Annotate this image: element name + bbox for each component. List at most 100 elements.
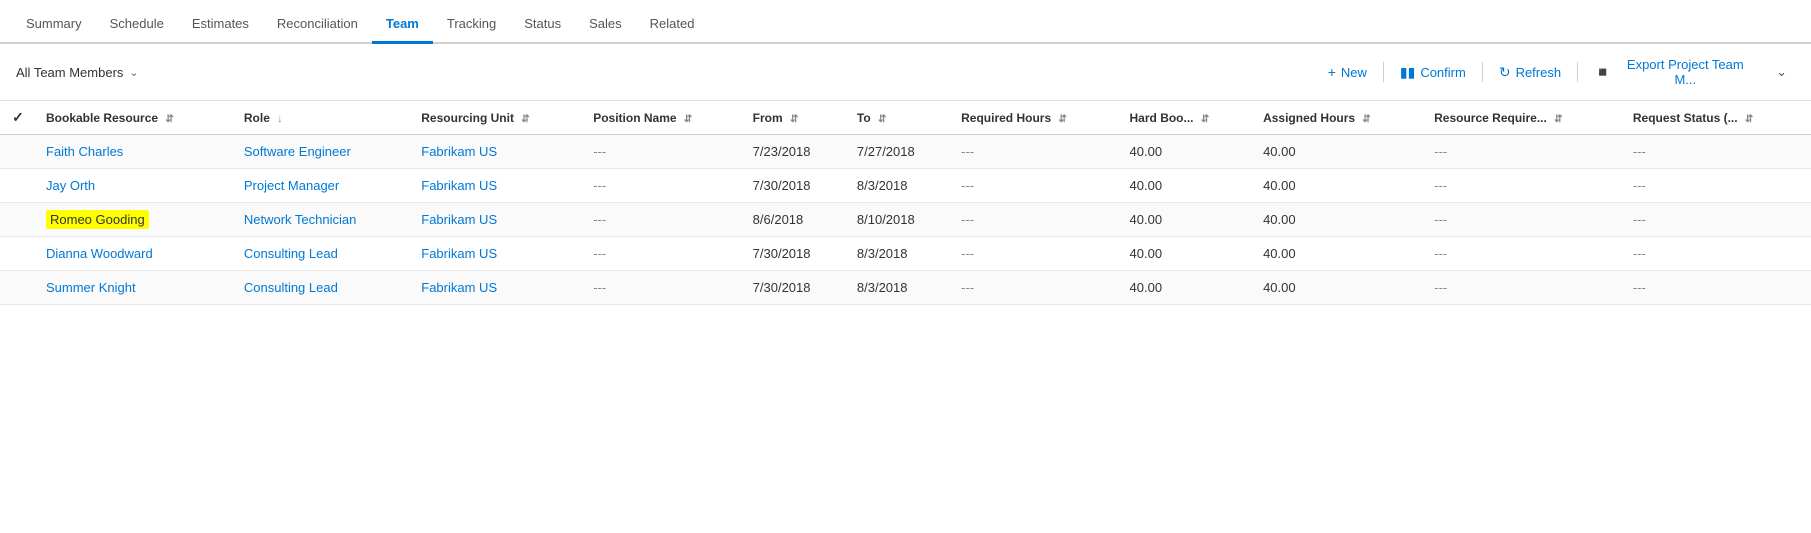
- row-checkbox[interactable]: [0, 271, 36, 305]
- col-position-name[interactable]: Position Name ⇵: [583, 101, 742, 135]
- cell-resourcing-unit[interactable]: Fabrikam US: [411, 169, 583, 203]
- col-required-hours[interactable]: Required Hours ⇵: [951, 101, 1119, 135]
- cell-role[interactable]: Consulting Lead: [234, 271, 411, 305]
- cell-resource-req: ---: [1424, 271, 1623, 305]
- cell-required-hours: ---: [951, 237, 1119, 271]
- cell-hard-boo: 40.00: [1120, 237, 1254, 271]
- cell-assigned-hours: 40.00: [1253, 271, 1424, 305]
- cell-role[interactable]: Network Technician: [234, 203, 411, 237]
- cell-assigned-hours: 40.00: [1253, 237, 1424, 271]
- col-assigned-hours[interactable]: Assigned Hours ⇵: [1253, 101, 1424, 135]
- cell-resourcing-unit[interactable]: Fabrikam US: [411, 271, 583, 305]
- separator-1: [1383, 62, 1384, 82]
- cell-resource[interactable]: Summer Knight: [36, 271, 234, 305]
- cell-role[interactable]: Software Engineer: [234, 135, 411, 169]
- refresh-button[interactable]: ↻ Refresh: [1489, 59, 1571, 86]
- cell-assigned-hours: 40.00: [1253, 203, 1424, 237]
- nav-tab-status[interactable]: Status: [510, 6, 575, 44]
- filter-dropdown[interactable]: All Team Members ⌄: [16, 65, 139, 80]
- refresh-label: Refresh: [1516, 65, 1562, 80]
- confirm-icon: ▮▮: [1400, 64, 1415, 81]
- cell-position: ---: [583, 203, 742, 237]
- nav-tab-schedule[interactable]: Schedule: [96, 6, 178, 44]
- cell-from: 7/30/2018: [743, 169, 847, 203]
- cell-resource[interactable]: Jay Orth: [36, 169, 234, 203]
- export-icon: ◾: [1594, 64, 1611, 81]
- row-checkbox[interactable]: [0, 237, 36, 271]
- separator-2: [1482, 62, 1483, 82]
- cell-request-status: ---: [1623, 203, 1811, 237]
- table-row: Summer KnightConsulting LeadFabrikam US-…: [0, 271, 1811, 305]
- cell-request-status: ---: [1623, 271, 1811, 305]
- team-table: ✓ Bookable Resource ⇵ Role ↓ Resourcing …: [0, 101, 1811, 305]
- table-row: Dianna WoodwardConsulting LeadFabrikam U…: [0, 237, 1811, 271]
- cell-from: 7/30/2018: [743, 237, 847, 271]
- table-row: Romeo Gooding Network TechnicianFabrikam …: [0, 203, 1811, 237]
- col-to[interactable]: To ⇵: [847, 101, 951, 135]
- cell-position: ---: [583, 271, 742, 305]
- col-from[interactable]: From ⇵: [743, 101, 847, 135]
- cell-resourcing-unit[interactable]: Fabrikam US: [411, 203, 583, 237]
- nav-tab-related[interactable]: Related: [636, 6, 709, 44]
- cell-required-hours: ---: [951, 271, 1119, 305]
- confirm-button[interactable]: ▮▮ Confirm: [1390, 59, 1476, 86]
- sort-icon-required: ⇵: [1058, 114, 1066, 125]
- col-request-status[interactable]: Request Status (... ⇵: [1623, 101, 1811, 135]
- nav-tab-team[interactable]: Team: [372, 6, 433, 44]
- new-button[interactable]: + New: [1318, 59, 1377, 85]
- cell-resource-req: ---: [1424, 169, 1623, 203]
- cell-to: 8/3/2018: [847, 271, 951, 305]
- cell-position: ---: [583, 237, 742, 271]
- table-header-row: ✓ Bookable Resource ⇵ Role ↓ Resourcing …: [0, 101, 1811, 135]
- row-checkbox[interactable]: [0, 135, 36, 169]
- sort-icon-hardboo: ⇵: [1201, 114, 1209, 125]
- refresh-icon: ↻: [1499, 64, 1511, 81]
- cell-resource-req: ---: [1424, 135, 1623, 169]
- nav-tab-sales[interactable]: Sales: [575, 6, 636, 44]
- sort-icon-resource: ⇵: [165, 114, 173, 125]
- cell-resourcing-unit[interactable]: Fabrikam US: [411, 135, 583, 169]
- cell-request-status: ---: [1623, 237, 1811, 271]
- separator-3: [1577, 62, 1578, 82]
- cell-hard-boo: 40.00: [1120, 169, 1254, 203]
- confirm-label: Confirm: [1420, 65, 1466, 80]
- col-resource-require[interactable]: Resource Require... ⇵: [1424, 101, 1623, 135]
- row-checkbox[interactable]: [0, 169, 36, 203]
- row-checkbox[interactable]: [0, 203, 36, 237]
- cell-hard-boo: 40.00: [1120, 135, 1254, 169]
- nav-tab-estimates[interactable]: Estimates: [178, 6, 263, 44]
- export-label: Export Project Team M...: [1617, 57, 1755, 87]
- nav-tab-reconciliation[interactable]: Reconciliation: [263, 6, 372, 44]
- cell-to: 7/27/2018: [847, 135, 951, 169]
- select-all-checkbox[interactable]: ✓: [0, 101, 36, 135]
- cell-resource[interactable]: Romeo Gooding: [36, 203, 234, 237]
- cell-request-status: ---: [1623, 169, 1811, 203]
- sort-icon-resource-req: ⇵: [1554, 114, 1562, 125]
- cell-role[interactable]: Consulting Lead: [234, 237, 411, 271]
- col-hard-boo[interactable]: Hard Boo... ⇵: [1120, 101, 1254, 135]
- plus-icon: +: [1328, 64, 1336, 80]
- cell-request-status: ---: [1623, 135, 1811, 169]
- sort-icon-position: ⇵: [684, 114, 692, 125]
- col-role[interactable]: Role ↓: [234, 101, 411, 135]
- export-button[interactable]: ◾ Export Project Team M...: [1584, 52, 1764, 92]
- col-bookable-resource[interactable]: Bookable Resource ⇵: [36, 101, 234, 135]
- cell-from: 7/23/2018: [743, 135, 847, 169]
- toolbar-actions: + New ▮▮ Confirm ↻ Refresh ◾ Export Proj…: [1318, 52, 1795, 92]
- highlighted-resource[interactable]: Romeo Gooding: [46, 210, 149, 229]
- sort-icon-request-status: ⇵: [1745, 114, 1753, 125]
- cell-resource-req: ---: [1424, 237, 1623, 271]
- new-label: New: [1341, 65, 1367, 80]
- cell-resourcing-unit[interactable]: Fabrikam US: [411, 237, 583, 271]
- nav-tab-tracking[interactable]: Tracking: [433, 6, 510, 44]
- cell-from: 7/30/2018: [743, 271, 847, 305]
- cell-role[interactable]: Project Manager: [234, 169, 411, 203]
- cell-resource-req: ---: [1424, 203, 1623, 237]
- nav-tab-summary[interactable]: Summary: [12, 6, 96, 44]
- cell-resource[interactable]: Dianna Woodward: [36, 237, 234, 271]
- cell-resource[interactable]: Faith Charles: [36, 135, 234, 169]
- table-row: Jay OrthProject ManagerFabrikam US --- 7/3…: [0, 169, 1811, 203]
- app-container: SummaryScheduleEstimatesReconciliationTe…: [0, 0, 1811, 533]
- more-button[interactable]: ⌄: [1768, 59, 1795, 85]
- col-resourcing-unit[interactable]: Resourcing Unit ⇵: [411, 101, 583, 135]
